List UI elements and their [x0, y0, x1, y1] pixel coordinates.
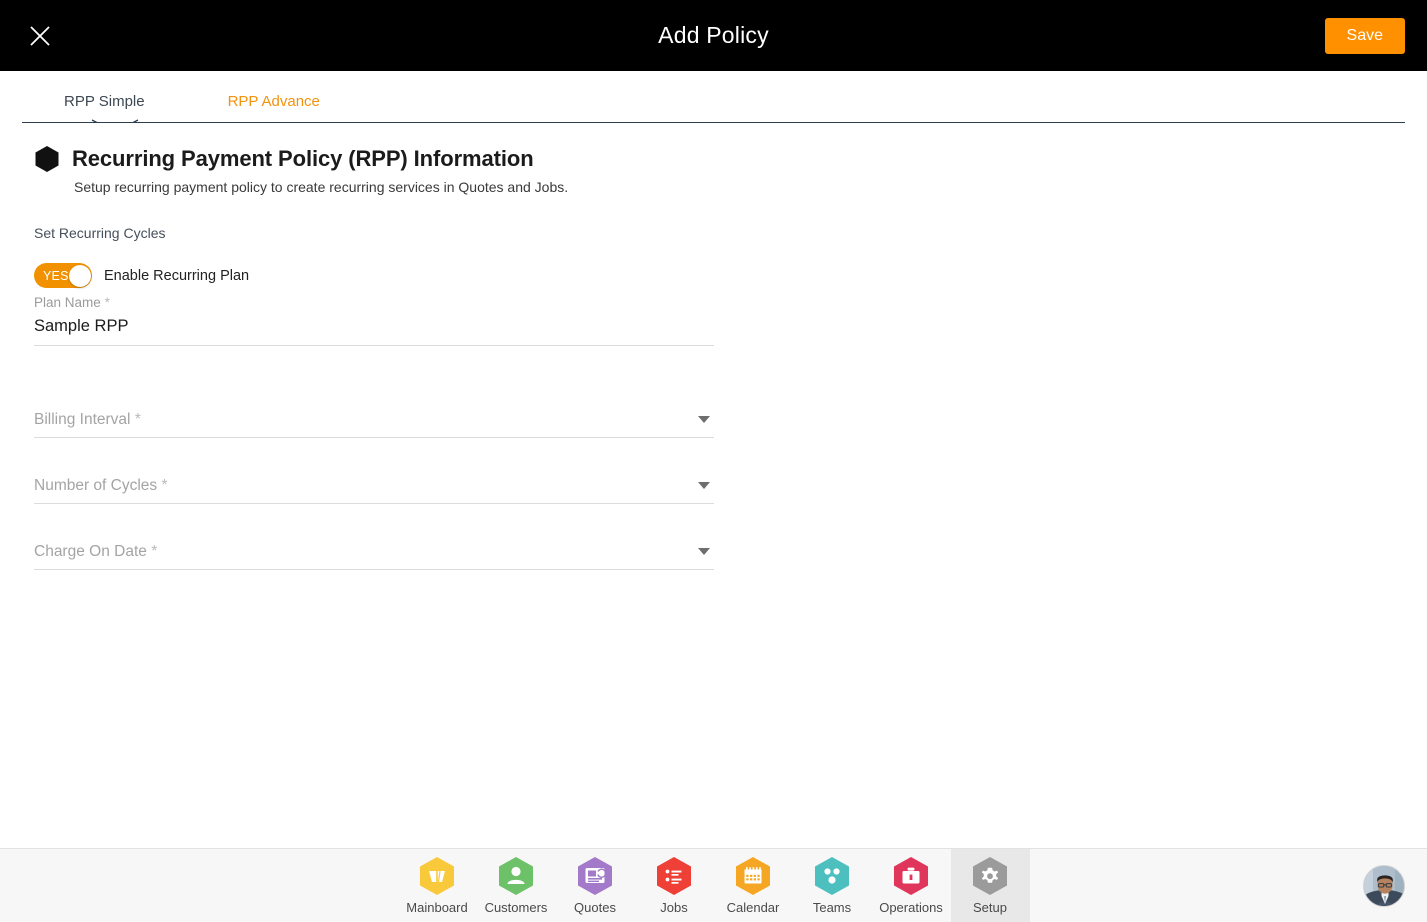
toggle-state-label: YES	[43, 268, 69, 283]
nav-label-operations: Operations	[879, 900, 943, 915]
teams-icon	[815, 857, 849, 895]
group-label-set-recurring-cycles: Set Recurring Cycles	[34, 225, 166, 241]
nav-item-mainboard[interactable]: Mainboard	[398, 849, 477, 922]
nav-label-customers: Customers	[484, 900, 548, 915]
calendar-icon	[736, 857, 770, 895]
nav-label-calendar: Calendar	[726, 900, 780, 915]
number-of-cycles-field[interactable]: Number of Cycles *	[34, 452, 714, 504]
page-title: Add Policy	[658, 22, 769, 48]
bottom-navigation-bar: Mainboard Customers Quotes Jobs Calendar…	[0, 848, 1427, 922]
tab-rpp-simple[interactable]: RPP Simple	[64, 93, 145, 123]
charge-on-date-field[interactable]: Charge On Date *	[34, 518, 714, 570]
operations-icon	[894, 857, 928, 895]
add-policy-screen: Add Policy Save RPP Simple RPP Advance R…	[0, 0, 1427, 922]
nav-item-operations[interactable]: Operations	[872, 849, 951, 922]
enable-recurring-plan-label: Enable Recurring Plan	[104, 267, 250, 284]
hexagon-icon	[35, 146, 59, 172]
gear-icon	[973, 857, 1007, 895]
nav-item-quotes[interactable]: Quotes	[556, 849, 635, 922]
chevron-down-icon	[698, 548, 710, 555]
nav-label-jobs: Jobs	[660, 900, 688, 915]
quotes-icon	[578, 857, 612, 895]
form-column: Recurring Payment Policy (RPP) Informati…	[34, 145, 748, 570]
enable-recurring-plan-row: YES Enable Recurring Plan	[34, 263, 748, 288]
nav-item-setup[interactable]: Setup	[950, 848, 1030, 922]
form-content: Recurring Payment Policy (RPP) Informati…	[0, 123, 1427, 848]
section-subtitle: Setup recurring payment policy to create…	[74, 179, 569, 195]
chevron-down-icon	[698, 416, 710, 423]
customers-icon	[499, 857, 533, 895]
toggle-knob	[68, 264, 91, 287]
enable-recurring-plan-toggle[interactable]: YES	[34, 263, 92, 288]
close-icon	[30, 25, 50, 46]
nav-label-setup: Setup	[973, 900, 1007, 915]
avatar[interactable]	[1363, 864, 1405, 907]
mainboard-icon	[420, 857, 454, 895]
plan-name-input[interactable]: Sample RPP	[34, 312, 714, 339]
nav-item-calendar[interactable]: Calendar	[714, 849, 793, 922]
nav-label-quotes: Quotes	[574, 900, 616, 915]
close-button[interactable]	[22, 18, 58, 54]
tab-bar: RPP Simple RPP Advance	[0, 71, 1427, 133]
section-title: Recurring Payment Policy (RPP) Informati…	[72, 146, 534, 171]
jobs-icon	[657, 857, 691, 895]
save-button[interactable]: Save	[1324, 17, 1405, 54]
number-of-cycles-label: Number of Cycles *	[34, 477, 168, 494]
nav-label-teams: Teams	[812, 900, 852, 915]
billing-interval-label: Billing Interval *	[34, 411, 141, 428]
plan-name-label: Plan Name *	[34, 295, 110, 310]
tab-rpp-advance[interactable]: RPP Advance	[228, 93, 320, 123]
bottom-nav-items: Mainboard Customers Quotes Jobs Calendar…	[398, 848, 1030, 922]
section-header: Recurring Payment Policy (RPP) Informati…	[34, 145, 748, 173]
nav-item-jobs[interactable]: Jobs	[635, 849, 714, 922]
nav-label-mainboard: Mainboard	[406, 900, 468, 915]
chevron-down-icon	[698, 482, 710, 489]
plan-name-field[interactable]: Plan Name * Sample RPP	[34, 294, 714, 346]
user-avatar-icon	[1364, 865, 1404, 906]
charge-on-date-label: Charge On Date *	[34, 543, 158, 560]
nav-item-customers[interactable]: Customers	[477, 849, 556, 922]
nav-item-teams[interactable]: Teams	[793, 849, 872, 922]
billing-interval-field[interactable]: Billing Interval *	[34, 386, 714, 438]
top-app-bar: Add Policy Save	[0, 0, 1427, 71]
